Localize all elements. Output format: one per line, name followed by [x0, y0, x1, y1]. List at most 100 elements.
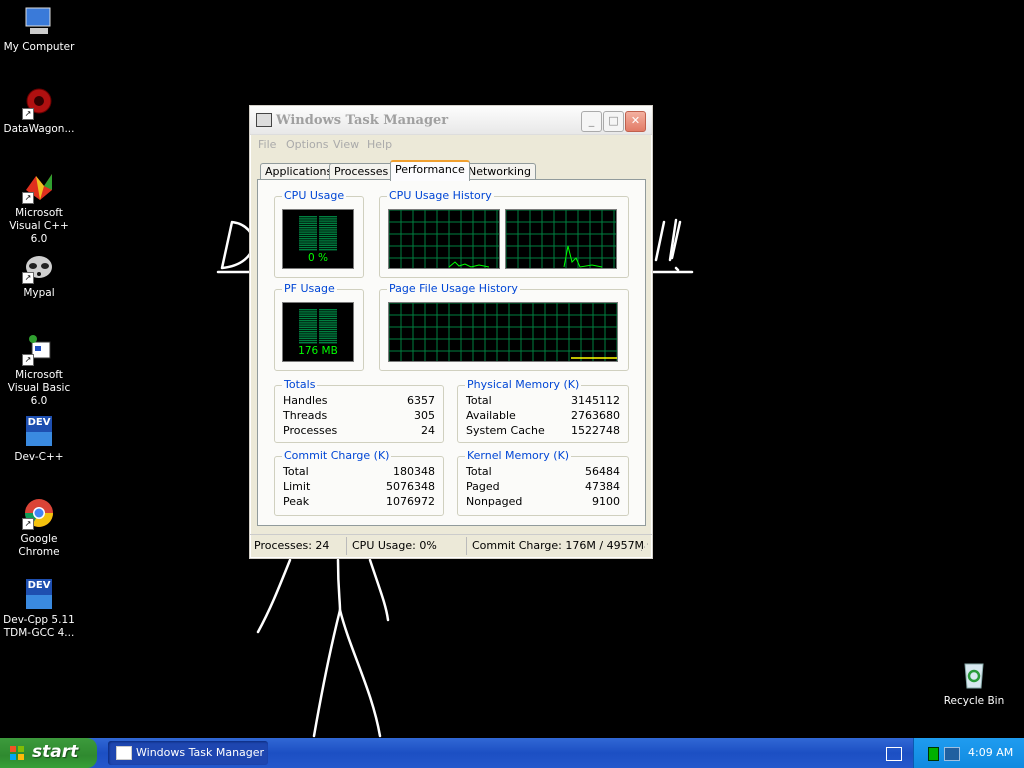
- datawagon-icon: ↗: [22, 86, 56, 120]
- row-value: 6357: [407, 394, 435, 407]
- title-bar[interactable]: Windows Task Manager _ □ ✕: [250, 106, 652, 135]
- row-label: System Cache: [466, 424, 545, 437]
- start-label: start: [32, 742, 79, 762]
- status-processes: Processes: 24: [254, 539, 330, 552]
- desktop-icon-google-chrome[interactable]: ↗ Google Chrome: [0, 496, 78, 559]
- status-cpu-usage: CPU Usage: 0%: [352, 539, 437, 552]
- start-button[interactable]: start: [0, 738, 97, 768]
- menu-file[interactable]: File: [258, 138, 276, 151]
- row-label: Total: [283, 465, 309, 478]
- mypal-raccoon-icon: ↗: [22, 250, 56, 284]
- cpu-usage-meter: 0 %: [282, 209, 354, 269]
- cpu-history-title: CPU Usage History: [387, 189, 494, 202]
- pf-usage-meter: 176 MB: [282, 302, 354, 362]
- menu-view[interactable]: View: [333, 138, 359, 151]
- desktop-icon-label: My Computer: [3, 41, 75, 53]
- visual-cpp-icon: ↗: [22, 170, 56, 204]
- chrome-icon: ↗: [22, 496, 56, 530]
- tab-processes[interactable]: Processes: [329, 163, 394, 180]
- row-value: 56484: [585, 465, 620, 478]
- status-commit-charge: Commit Charge: 176M / 4957M: [472, 539, 645, 552]
- shortcut-arrow-icon: ↗: [22, 518, 34, 530]
- task-manager-window[interactable]: Windows Task Manager _ □ ✕ File Options …: [249, 105, 653, 559]
- tab-networking[interactable]: Networking: [463, 163, 536, 180]
- shortcut-arrow-icon: ↗: [22, 272, 34, 284]
- recycle-bin-icon: [957, 658, 991, 692]
- page-file-history-title: Page File Usage History: [387, 282, 520, 295]
- kernel-paged-row: Paged 47384: [466, 480, 620, 495]
- resize-grip-icon[interactable]: ⋰: [640, 543, 650, 553]
- commit-charge-title: Commit Charge (K): [282, 449, 392, 462]
- shortcut-arrow-icon: ↗: [22, 354, 34, 366]
- kernel-nonpaged-row: Nonpaged 9100: [466, 495, 620, 510]
- tab-performance[interactable]: Performance: [390, 160, 470, 181]
- totals-threads-row: Threads 305: [283, 409, 435, 424]
- row-label: Limit: [283, 480, 311, 493]
- status-divider: [466, 537, 467, 555]
- row-label: Processes: [283, 424, 338, 437]
- row-value: 24: [421, 424, 435, 437]
- clock[interactable]: 4:09 AM: [968, 746, 1013, 759]
- windows-flag-icon: [10, 746, 24, 760]
- commit-peak-row: Peak 1076972: [283, 495, 435, 510]
- desktop-icon-datawagon[interactable]: ↗ DataWagon...: [0, 86, 78, 136]
- row-value: 180348: [393, 465, 435, 478]
- dev-badge-text: DEV: [27, 417, 51, 428]
- row-value: 2763680: [571, 409, 620, 422]
- menu-options[interactable]: Options: [286, 138, 328, 151]
- row-label: Total: [466, 465, 492, 478]
- visual-basic-icon: ↗: [22, 332, 56, 366]
- desktop-icon-dev-cpp[interactable]: DEV Dev-C++: [0, 414, 78, 464]
- page-file-history-group: Page File Usage History: [379, 282, 629, 371]
- maximize-button[interactable]: □: [603, 111, 624, 132]
- row-label: Available: [466, 409, 516, 422]
- desktop-icon-recycle-bin[interactable]: Recycle Bin: [935, 658, 1013, 708]
- physical-memory-group: Physical Memory (K) Total 3145112 Availab…: [457, 378, 629, 443]
- cpu-usage-value: 0 %: [308, 252, 328, 264]
- totals-handles-row: Handles 6357: [283, 394, 435, 409]
- row-label: Handles: [283, 394, 328, 407]
- desktop-icon-mypal[interactable]: ↗ Mypal: [0, 250, 78, 300]
- kernel-memory-group: Kernel Memory (K) Total 56484 Paged 47384 …: [457, 449, 629, 516]
- network-icon[interactable]: [944, 747, 960, 761]
- menu-bar: File Options View Help: [250, 135, 652, 155]
- totals-group: Totals Handles 6357 Threads 305 Processes 2…: [274, 378, 444, 443]
- kernel-memory-title: Kernel Memory (K): [465, 449, 572, 462]
- taskbar-item-task-manager[interactable]: Windows Task Manager: [108, 741, 268, 765]
- cpu-usage-group: CPU Usage 0 %: [274, 189, 364, 278]
- pf-usage-value: 176 MB: [298, 345, 338, 357]
- row-value: 47384: [585, 480, 620, 493]
- keyboard-icon[interactable]: [886, 747, 902, 761]
- kernel-total-row: Total 56484: [466, 465, 620, 480]
- close-button[interactable]: ✕: [625, 111, 646, 132]
- desktop-icon-my-computer[interactable]: My Computer: [0, 4, 78, 54]
- desktop-icon-label: Microsoft Visual Basic 6.0: [7, 369, 71, 407]
- row-value: 3145112: [571, 394, 620, 407]
- task-manager-app-icon: [116, 746, 132, 760]
- desktop-icon-visual-cpp[interactable]: ↗ Microsoft Visual C++ 6.0: [0, 170, 78, 246]
- dev-cpp-icon: DEV: [22, 577, 56, 611]
- row-value: 1076972: [386, 495, 435, 508]
- totals-title: Totals: [282, 378, 318, 391]
- status-divider: [346, 537, 347, 555]
- menu-help[interactable]: Help: [367, 138, 392, 151]
- desktop-icon-label: Dev-C++: [14, 451, 64, 463]
- pf-usage-title: PF Usage: [282, 282, 337, 295]
- desktop-icon-label: Microsoft Visual C++ 6.0: [9, 207, 69, 245]
- totals-processes-row: Processes 24: [283, 424, 435, 439]
- row-value: 305: [414, 409, 435, 422]
- performance-panel: CPU Usage 0 % CPU Usage History PF Usage…: [257, 179, 646, 526]
- desktop-icon-visual-basic[interactable]: ↗ Microsoft Visual Basic 6.0: [0, 332, 78, 408]
- dev-badge-text: DEV: [27, 580, 51, 591]
- system-tray: 4:09 AM: [913, 738, 1024, 768]
- commit-limit-row: Limit 5076348: [283, 480, 435, 495]
- window-title: Windows Task Manager: [276, 113, 449, 128]
- minimize-button[interactable]: _: [581, 111, 602, 132]
- task-manager-cpu-tray-icon[interactable]: [928, 747, 939, 761]
- physical-total-row: Total 3145112: [466, 394, 620, 409]
- desktop-icon-dev-cpp-511[interactable]: DEV Dev-Cpp 5.11 TDM-GCC 4...: [0, 577, 78, 640]
- cpu-history-graph-core-1: [388, 209, 500, 269]
- cpu-history-graph-core-2: [505, 209, 617, 269]
- row-value: 9100: [592, 495, 620, 508]
- tab-applications[interactable]: Applications: [260, 163, 338, 180]
